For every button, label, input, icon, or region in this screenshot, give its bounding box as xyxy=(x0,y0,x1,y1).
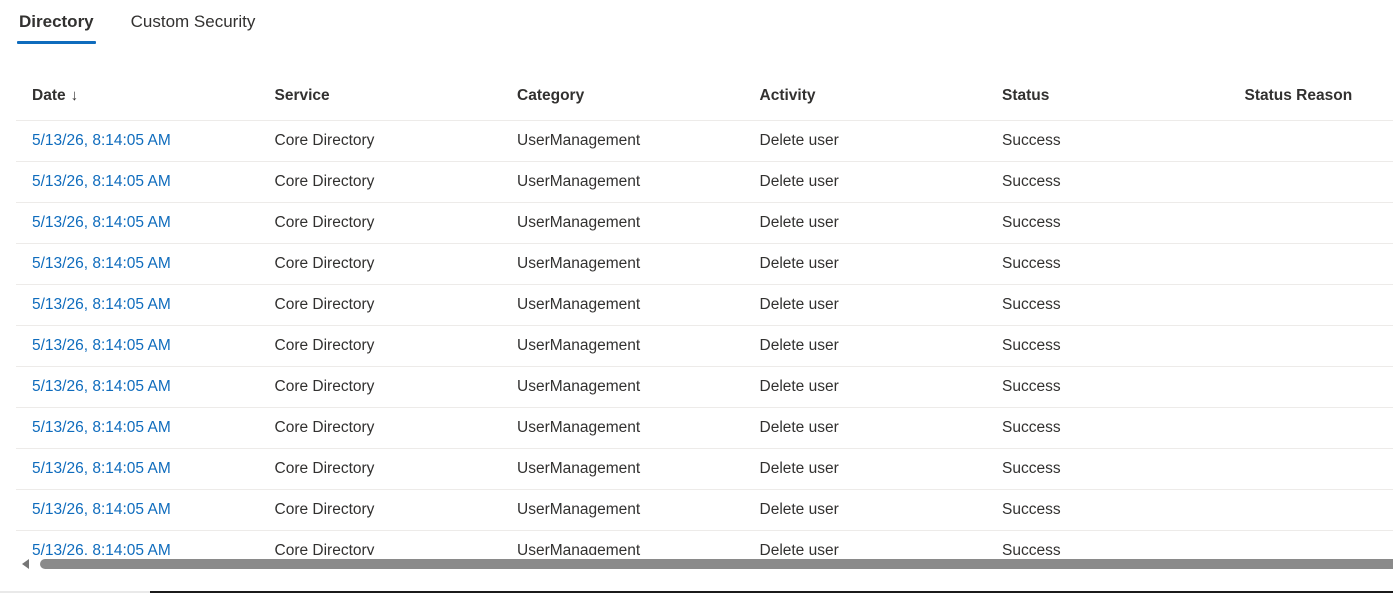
column-header-status-reason[interactable]: Status Reason xyxy=(1229,87,1393,105)
cell-date[interactable]: 5/13/26, 8:14:05 AM xyxy=(16,378,259,396)
cell-category: UserManagement xyxy=(517,337,641,354)
cell-service: Core Directory xyxy=(274,337,375,354)
cell-status: Success xyxy=(1002,337,1061,354)
cell-category: UserManagement xyxy=(517,460,641,477)
cell-category: UserManagement xyxy=(517,214,641,231)
cell-date[interactable]: 5/13/26, 8:14:05 AM xyxy=(16,501,259,519)
cell-activity: Delete user xyxy=(759,460,839,477)
tab-list: Directory Custom Security xyxy=(17,0,290,44)
cell-date[interactable]: 5/13/26, 8:14:05 AM xyxy=(16,542,259,555)
grid-content: Date ↓ Service Category Activity Status S… xyxy=(16,71,1393,555)
cell-status: Success xyxy=(1002,501,1061,518)
table-row[interactable]: 5/13/26, 8:14:05 AM Core Directory UserMan… xyxy=(16,121,1393,162)
table-row[interactable]: 5/13/26, 8:14:05 AM Core Directory UserMan… xyxy=(16,162,1393,203)
column-header-status[interactable]: Status xyxy=(986,87,1229,105)
cell-date[interactable]: 5/13/26, 8:14:05 AM xyxy=(16,296,259,314)
cell-service: Core Directory xyxy=(274,419,375,436)
cell-category: UserManagement xyxy=(517,542,641,555)
cell-activity: Delete user xyxy=(759,214,839,231)
horizontal-scrollbar[interactable] xyxy=(16,557,1393,571)
table-row[interactable]: 5/13/26, 8:14:05 AM Core Directory UserMan… xyxy=(16,531,1393,555)
cell-category: UserManagement xyxy=(517,296,641,313)
table-row[interactable]: 5/13/26, 8:14:05 AM Core Directory UserMan… xyxy=(16,244,1393,285)
column-header-category[interactable]: Category xyxy=(501,87,744,105)
cell-service: Core Directory xyxy=(274,296,375,313)
scrollbar-thumb[interactable] xyxy=(40,559,1393,569)
cell-status: Success xyxy=(1002,132,1061,149)
table-row[interactable]: 5/13/26, 8:14:05 AM Core Directory UserMan… xyxy=(16,203,1393,244)
cell-date[interactable]: 5/13/26, 8:14:05 AM xyxy=(16,337,259,355)
cell-activity: Delete user xyxy=(759,337,839,354)
column-header-activity[interactable]: Activity xyxy=(744,87,987,105)
cell-status: Success xyxy=(1002,255,1061,272)
table-row[interactable]: 5/13/26, 8:14:05 AM Core Directory UserMan… xyxy=(16,449,1393,490)
cell-service: Core Directory xyxy=(274,378,375,395)
cell-activity: Delete user xyxy=(759,378,839,395)
cell-status: Success xyxy=(1002,542,1061,555)
table-row[interactable]: 5/13/26, 8:14:05 AM Core Directory UserMan… xyxy=(16,326,1393,367)
cell-date[interactable]: 5/13/26, 8:14:05 AM xyxy=(16,419,259,437)
cell-status: Success xyxy=(1002,419,1061,436)
cell-date[interactable]: 5/13/26, 8:14:05 AM xyxy=(16,173,259,191)
cell-service: Core Directory xyxy=(274,132,375,149)
tab-custom-security[interactable]: Custom Security xyxy=(131,0,256,44)
cell-activity: Delete user xyxy=(759,173,839,190)
cell-activity: Delete user xyxy=(759,542,839,555)
column-header-date[interactable]: Date ↓ xyxy=(16,87,259,105)
column-header-label: Date xyxy=(32,86,66,104)
arrow-down-icon: ↓ xyxy=(70,86,79,104)
cell-status: Success xyxy=(1002,296,1061,313)
cell-service: Core Directory xyxy=(274,214,375,231)
cell-service: Core Directory xyxy=(274,542,375,555)
cell-category: UserManagement xyxy=(517,132,641,149)
column-header-service[interactable]: Service xyxy=(259,87,502,105)
cell-date[interactable]: 5/13/26, 8:14:05 AM xyxy=(16,460,259,478)
cell-status: Success xyxy=(1002,173,1061,190)
cell-service: Core Directory xyxy=(274,255,375,272)
table-header-row: Date ↓ Service Category Activity Status S… xyxy=(16,71,1393,121)
cell-category: UserManagement xyxy=(517,501,641,518)
cell-category: UserManagement xyxy=(517,419,641,436)
cell-activity: Delete user xyxy=(759,132,839,149)
cell-category: UserManagement xyxy=(517,378,641,395)
cell-service: Core Directory xyxy=(274,460,375,477)
table-row[interactable]: 5/13/26, 8:14:05 AM Core Directory UserMan… xyxy=(16,490,1393,531)
cell-category: UserManagement xyxy=(517,173,641,190)
cell-date[interactable]: 5/13/26, 8:14:05 AM xyxy=(16,255,259,273)
cell-service: Core Directory xyxy=(274,501,375,518)
table-row[interactable]: 5/13/26, 8:14:05 AM Core Directory UserMan… xyxy=(16,367,1393,408)
table-row[interactable]: 5/13/26, 8:14:05 AM Core Directory UserMan… xyxy=(16,285,1393,326)
cell-date[interactable]: 5/13/26, 8:14:05 AM xyxy=(16,132,259,150)
cell-status: Success xyxy=(1002,214,1061,231)
cell-activity: Delete user xyxy=(759,501,839,518)
table-row[interactable]: 5/13/26, 8:14:05 AM Core Directory UserMan… xyxy=(16,408,1393,449)
cell-activity: Delete user xyxy=(759,419,839,436)
cell-service: Core Directory xyxy=(274,173,375,190)
tab-directory[interactable]: Directory xyxy=(17,0,96,44)
cell-activity: Delete user xyxy=(759,296,839,313)
cell-category: UserManagement xyxy=(517,255,641,272)
cell-status: Success xyxy=(1002,460,1061,477)
cell-date[interactable]: 5/13/26, 8:14:05 AM xyxy=(16,214,259,232)
cell-status: Success xyxy=(1002,378,1061,395)
scroll-left-arrow-icon[interactable] xyxy=(22,559,29,569)
audit-log-grid: Date ↓ Service Category Activity Status S… xyxy=(16,71,1393,555)
cell-activity: Delete user xyxy=(759,255,839,272)
